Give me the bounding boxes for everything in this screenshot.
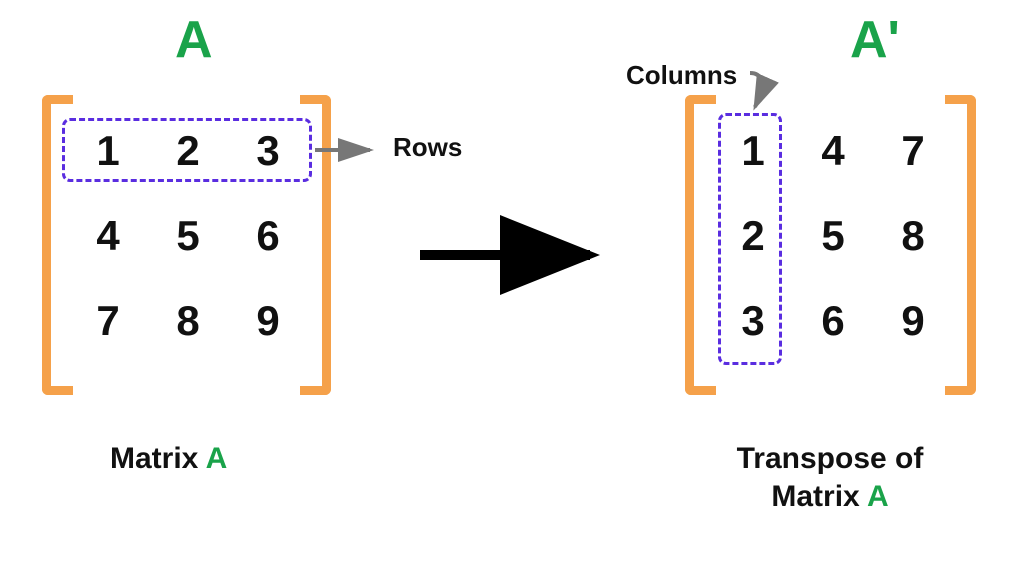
matrix-at-column-highlight — [718, 113, 782, 365]
caption-a-letter: A — [206, 442, 228, 475]
matrix-at-cell: 7 — [901, 127, 924, 175]
rows-label: Rows — [393, 132, 462, 163]
columns-arrow-icon — [740, 65, 780, 120]
matrix-a-caption: Matrix A — [110, 440, 227, 478]
matrix-at-cell: 6 — [821, 297, 844, 345]
matrix-a-transpose-title: A' — [850, 10, 900, 70]
transform-arrow-icon — [415, 230, 615, 280]
matrix-at-caption: Transpose of Matrix A — [680, 440, 980, 515]
matrix-at-left-bracket — [685, 95, 716, 395]
caption-text: Matrix — [110, 442, 206, 475]
caption-text: Matrix — [771, 480, 867, 513]
matrix-a-cell: 9 — [256, 297, 279, 345]
caption-a-letter: A — [867, 480, 889, 513]
matrix-at-cell: 5 — [821, 212, 844, 260]
matrix-at-cell: 8 — [901, 212, 924, 260]
matrix-a-cell: 4 — [96, 212, 119, 260]
matrix-a-cell: 5 — [176, 212, 199, 260]
matrix-a-row-highlight — [62, 118, 312, 182]
matrix-at-cell: 9 — [901, 297, 924, 345]
matrix-a-cell: 7 — [96, 297, 119, 345]
matrix-a-cell: 8 — [176, 297, 199, 345]
matrix-a-cell: 6 — [256, 212, 279, 260]
caption-text: Transpose of — [737, 442, 924, 475]
matrix-at-cell: 4 — [821, 127, 844, 175]
columns-label: Columns — [626, 60, 737, 91]
matrix-a-title: A — [175, 10, 213, 70]
rows-arrow-icon — [315, 135, 385, 165]
